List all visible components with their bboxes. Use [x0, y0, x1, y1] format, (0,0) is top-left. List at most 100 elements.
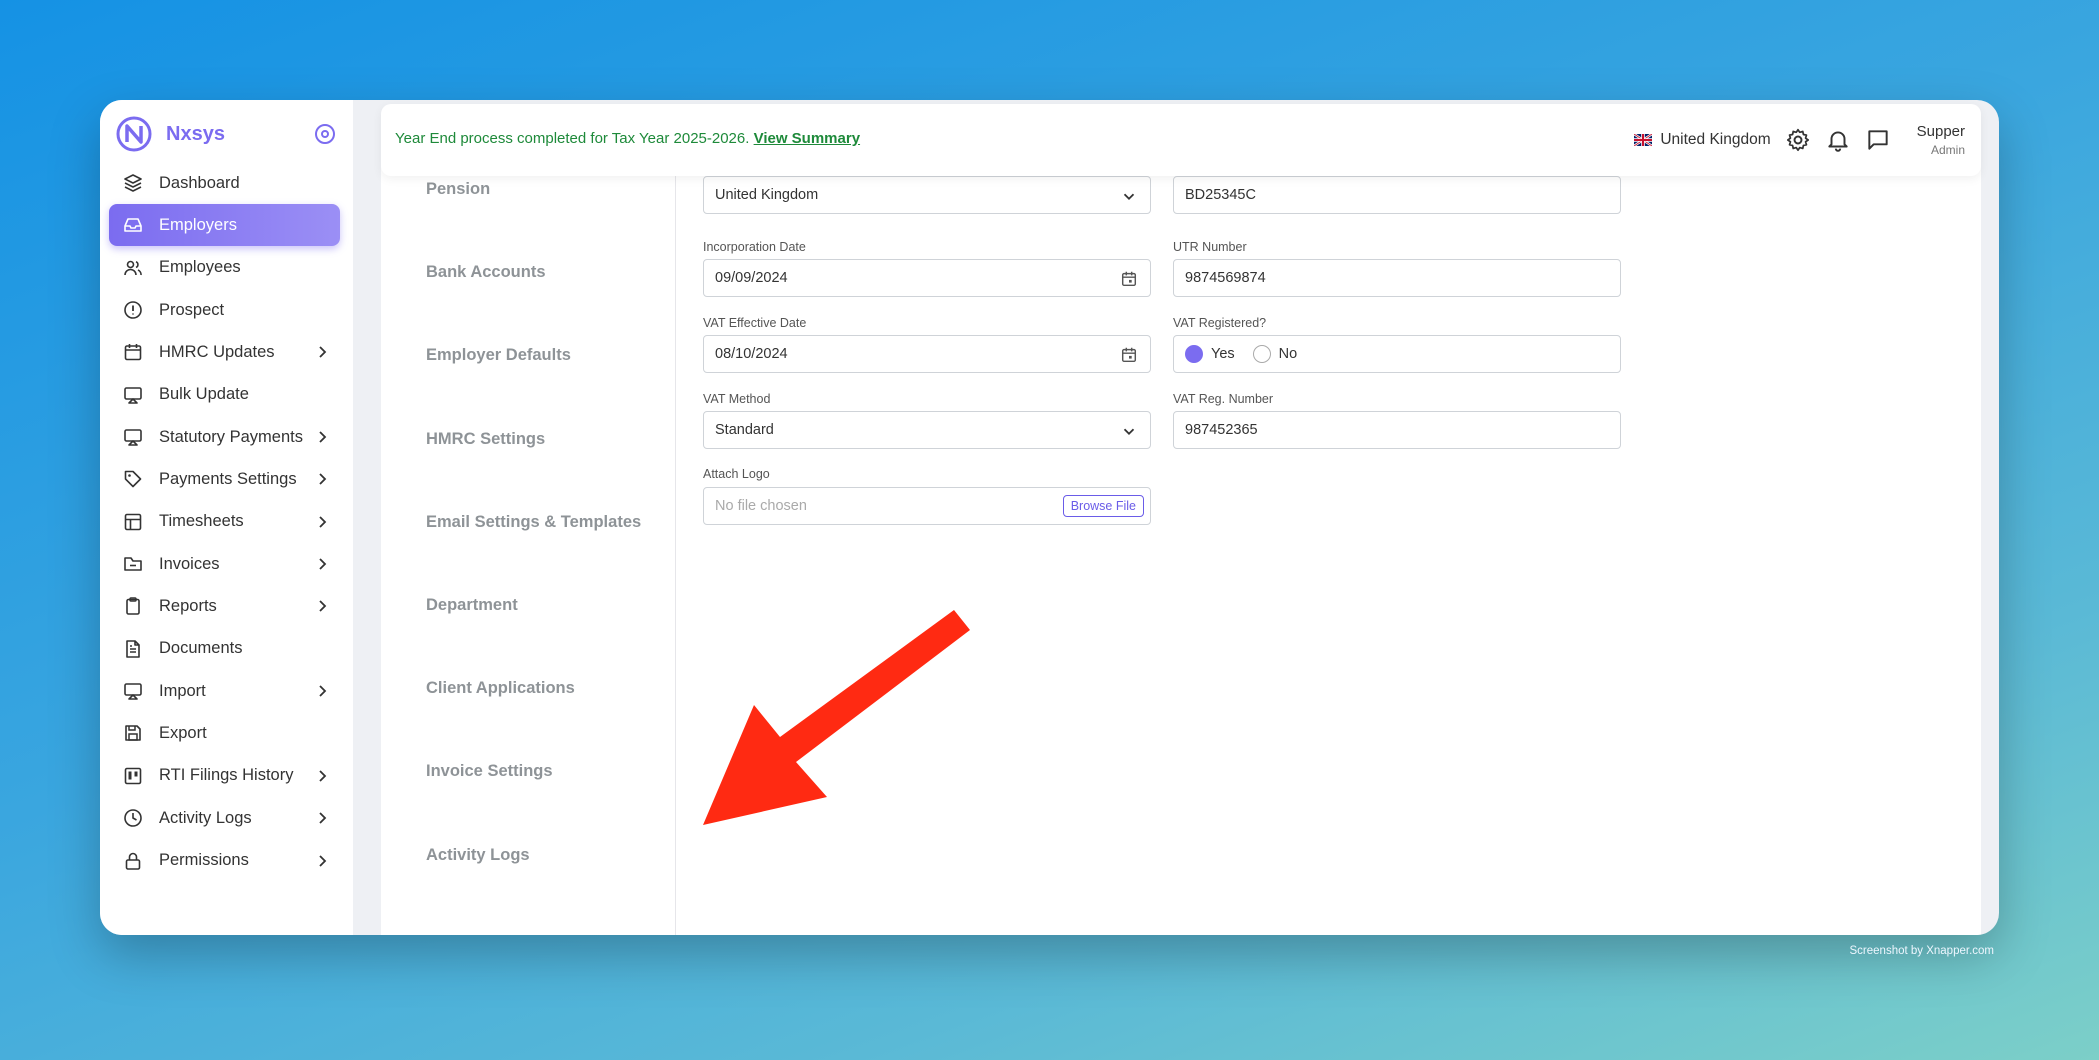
- lock-icon: [123, 851, 143, 871]
- sidebar-item-label: Payments Settings: [159, 469, 297, 488]
- sidebar-item-label: Dashboard: [159, 173, 240, 192]
- subnav-item-bank-accounts[interactable]: Bank Accounts: [426, 263, 546, 282]
- sidebar-item-label: Export: [159, 723, 207, 742]
- reference-field[interactable]: BD25345C: [1173, 176, 1621, 214]
- vat-registered-no-radio[interactable]: [1252, 345, 1271, 363]
- calendar-icon[interactable]: [1120, 346, 1138, 364]
- sidebar-item-reports[interactable]: Reports: [109, 585, 340, 627]
- subnav-item-department[interactable]: Department: [426, 596, 518, 615]
- bell-icon[interactable]: [1825, 127, 1851, 153]
- sidebar-item-prospect[interactable]: Prospect: [109, 289, 340, 331]
- sidebar-item-label: RTI Filings History: [159, 766, 294, 785]
- sidebar-item-label: Invoices: [159, 554, 220, 573]
- sidebar-item-label: Bulk Update: [159, 385, 249, 404]
- browse-file-button[interactable]: Browse File: [1062, 495, 1144, 517]
- vat-registered-radio-group: Yes No: [1173, 335, 1621, 373]
- sidebar-toggle-icon[interactable]: [315, 124, 335, 144]
- users-icon: [123, 258, 143, 278]
- user-menu[interactable]: Supper Admin: [1917, 123, 1965, 157]
- sidebar-item-label: Import: [159, 681, 206, 700]
- calendar-icon[interactable]: [1120, 270, 1138, 288]
- sidebar-item-payments-settings[interactable]: Payments Settings: [109, 458, 340, 500]
- sidebar-item-hmrc-updates[interactable]: HMRC Updates: [109, 331, 340, 373]
- incorporation-date-label: Incorporation Date: [703, 240, 806, 254]
- vat-reg-number-field[interactable]: 987452365: [1173, 411, 1621, 449]
- clipboard-icon: [123, 596, 143, 616]
- sidebar-item-import[interactable]: Import: [109, 670, 340, 712]
- subnav-item-client-applications[interactable]: Client Applications: [426, 679, 575, 698]
- sidebar-item-documents[interactable]: Documents: [109, 628, 340, 670]
- topbar: Year End process completed for Tax Year …: [381, 104, 1981, 176]
- sidebar-item-label: Prospect: [159, 300, 225, 319]
- sidebar-nav: Dashboard Employers Employees Prospect HMRC …: [109, 162, 340, 882]
- subnav-item-hmrc-settings[interactable]: HMRC Settings: [426, 430, 545, 449]
- view-summary-link[interactable]: View Summary: [754, 130, 860, 147]
- vat-effective-date-field[interactable]: 08/10/2024: [703, 335, 1151, 373]
- sidebar-item-invoices[interactable]: Invoices: [109, 543, 340, 585]
- chevron-right-icon: [319, 812, 327, 824]
- nxsys-logo-icon: [116, 116, 152, 152]
- sidebar-item-timesheets[interactable]: Timesheets: [109, 501, 340, 543]
- sidebar-item-bulk-update[interactable]: Bulk Update: [109, 374, 340, 416]
- country-select[interactable]: United Kingdom: [703, 176, 1151, 214]
- user-role: Admin: [1930, 143, 1965, 157]
- topbar-actions: United Kingdom Supper Admin: [1634, 104, 1965, 176]
- sidebar-item-employers[interactable]: Employers: [109, 204, 340, 247]
- vat-effective-date-value: 08/10/2024: [715, 346, 788, 362]
- settings-subnav: Pension Bank Accounts Employer Defaults HMR…: [381, 140, 676, 935]
- user-name: Supper: [1916, 123, 1965, 140]
- sidebar-item-label: HMRC Updates: [159, 342, 275, 361]
- chevron-right-icon: [319, 854, 327, 867]
- chevron-down-icon: [1123, 193, 1135, 200]
- sidebar-item-statutory-payments[interactable]: Statutory Payments: [109, 416, 340, 458]
- subnav-item-email-settings-templates[interactable]: Email Settings & Templates: [426, 513, 641, 532]
- vat-registered-label: VAT Registered?: [1173, 316, 1267, 330]
- sidebar-item-label: Activity Logs: [159, 808, 252, 827]
- inbox-icon: [123, 215, 143, 235]
- main-area: Pension Bank Accounts Employer Defaults HMR…: [381, 100, 1981, 935]
- file-placeholder: No file chosen: [715, 498, 807, 514]
- subnav-item-employer-defaults[interactable]: Employer Defaults: [426, 346, 571, 365]
- sidebar-item-label: Reports: [159, 596, 217, 615]
- subnav-item-pension[interactable]: Pension: [426, 180, 490, 199]
- trello-icon: [123, 766, 143, 786]
- utr-number-field[interactable]: 9874569874: [1173, 259, 1621, 297]
- chevron-right-icon: [319, 431, 327, 443]
- annotation-arrow: [703, 610, 970, 825]
- vat-method-select[interactable]: Standard: [703, 411, 1151, 449]
- vat-registered-no-label[interactable]: No: [1279, 346, 1298, 362]
- sidebar-item-label: Timesheets: [159, 512, 244, 531]
- subnav-item-activity-logs[interactable]: Activity Logs: [426, 846, 530, 865]
- vat-method-value: Standard: [715, 422, 774, 438]
- layers-icon: [123, 173, 143, 193]
- content-card: Pension Bank Accounts Employer Defaults HMR…: [381, 140, 1981, 935]
- sidebar-item-permissions[interactable]: Permissions: [109, 840, 340, 882]
- vat-registered-yes-label[interactable]: Yes: [1211, 346, 1235, 362]
- vat-registered-yes-radio[interactable]: [1185, 345, 1203, 363]
- file-text-icon: [123, 639, 143, 659]
- sidebar-item-export[interactable]: Export: [109, 712, 340, 754]
- sidebar: Nxsys Dashboard Employers Employees Prospec…: [100, 100, 353, 935]
- vat-method-label: VAT Method: [703, 392, 771, 406]
- subnav-item-invoice-settings[interactable]: Invoice Settings: [426, 762, 553, 781]
- utr-number-value: 9874569874: [1185, 270, 1266, 286]
- sidebar-item-dashboard[interactable]: Dashboard: [109, 162, 340, 204]
- chevron-right-icon: [319, 473, 327, 486]
- sidebar-item-activity-logs[interactable]: Activity Logs: [109, 797, 340, 839]
- attach-logo-field[interactable]: No file chosen Browse File: [703, 487, 1151, 525]
- gear-icon[interactable]: [1785, 127, 1811, 153]
- message-icon[interactable]: [1865, 127, 1891, 153]
- sidebar-item-employees[interactable]: Employees: [109, 247, 340, 289]
- attach-logo-label: Attach Logo: [703, 467, 770, 481]
- monitor-icon: [123, 681, 143, 701]
- sidebar-item-label: Employers: [159, 215, 237, 234]
- incorporation-date-field[interactable]: 09/09/2024: [703, 259, 1151, 297]
- vat-reg-number-value: 987452365: [1185, 422, 1258, 438]
- brand: Nxsys: [116, 114, 341, 154]
- app-window: Nxsys Dashboard Employers Employees Prospec…: [100, 100, 1999, 935]
- chevron-right-icon: [319, 558, 327, 570]
- country-selector[interactable]: United Kingdom: [1634, 131, 1771, 149]
- screenshot-credit: Screenshot by Xnapper.com: [1849, 945, 1994, 957]
- sidebar-item-rti-filings-history[interactable]: RTI Filings History: [109, 755, 340, 797]
- sidebar-item-label: Employees: [159, 258, 241, 277]
